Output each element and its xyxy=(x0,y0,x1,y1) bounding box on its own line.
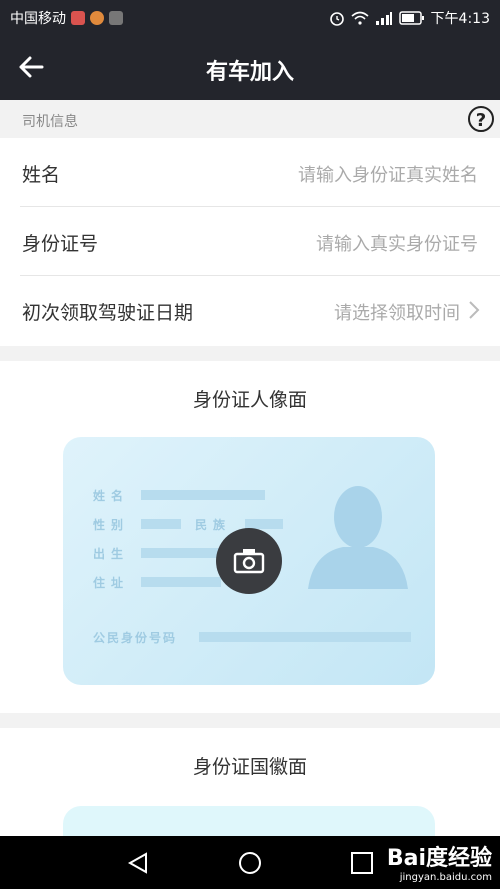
title-bar: 有车加入 xyxy=(0,34,500,100)
help-icon[interactable]: ? xyxy=(468,106,494,132)
watermark-brand: Bai度经验 xyxy=(386,846,492,871)
page-title: 有车加入 xyxy=(205,60,294,85)
nav-home-icon[interactable] xyxy=(238,851,262,875)
id-back-card: 身份证国徽面 xyxy=(0,728,500,866)
chevron-right-icon xyxy=(469,301,480,319)
person-silhouette-icon xyxy=(308,486,408,589)
placeholder-line xyxy=(141,519,181,529)
id-field-label: 性别 xyxy=(93,518,130,532)
id-number-field[interactable]: 身份证号 请输入真实身份证号 xyxy=(0,207,500,276)
placeholder-line xyxy=(199,632,411,642)
watermark: Bai度经验 jingyan.baidu.com xyxy=(387,840,492,883)
nav-recents-icon[interactable] xyxy=(350,851,374,875)
battery-icon xyxy=(398,11,424,25)
field-label: 姓名 xyxy=(22,164,61,186)
status-bar: 中国移动 下午4:13 xyxy=(0,0,500,34)
nav-back-icon[interactable] xyxy=(126,851,150,875)
name-input[interactable]: 请输入身份证真实姓名 xyxy=(298,161,478,187)
field-label: 身份证号 xyxy=(22,233,99,255)
placeholder-line xyxy=(141,548,221,558)
license-date-field[interactable]: 初次领取驾驶证日期 请选择领取时间 xyxy=(0,276,500,345)
signal-icon xyxy=(375,12,392,25)
wifi-icon xyxy=(351,11,369,25)
watermark-url: jingyan.baidu.com xyxy=(399,872,492,883)
driver-info-form: 姓名 请输入身份证真实姓名 身份证号 请输入真实身份证号 初次领取驾驶证日期 请… xyxy=(0,138,500,346)
system-nav-bar: Bai度经验 jingyan.baidu.com xyxy=(0,836,500,889)
name-field[interactable]: 姓名 请输入身份证真实姓名 xyxy=(0,138,500,207)
id-front-upload[interactable]: 姓名 性别 民族 出生 住址 公民身份号码 xyxy=(63,437,435,685)
id-back-caption: 身份证国徽面 xyxy=(192,756,307,778)
field-label: 初次领取驾驶证日期 xyxy=(22,302,194,324)
placeholder-line xyxy=(141,490,265,500)
id-field-label: 出生 xyxy=(93,547,130,561)
clock: 下午4:13 xyxy=(430,11,490,27)
app-notification-icon xyxy=(109,11,123,25)
app-notification-icon xyxy=(90,11,104,25)
id-field-label: 公民身份号码 xyxy=(93,631,178,645)
id-number-input[interactable]: 请输入真实身份证号 xyxy=(316,230,478,256)
app-notification-icon xyxy=(71,11,85,25)
camera-icon xyxy=(233,549,265,574)
section-label: 司机信息 xyxy=(22,114,78,130)
id-field-label: 姓名 xyxy=(93,489,130,503)
id-field-label: 住址 xyxy=(93,576,130,590)
id-front-caption: 身份证人像面 xyxy=(192,389,307,411)
id-front-card: 身份证人像面 姓名 性别 民族 出生 住址 公民身份号码 xyxy=(0,361,500,713)
camera-button[interactable] xyxy=(216,528,282,594)
section-header: 司机信息 ? xyxy=(0,100,500,138)
alarm-icon xyxy=(329,12,344,26)
carrier-label: 中国移动 xyxy=(10,11,66,27)
license-date-select[interactable]: 请选择领取时间 xyxy=(334,299,460,325)
placeholder-line xyxy=(141,577,221,587)
